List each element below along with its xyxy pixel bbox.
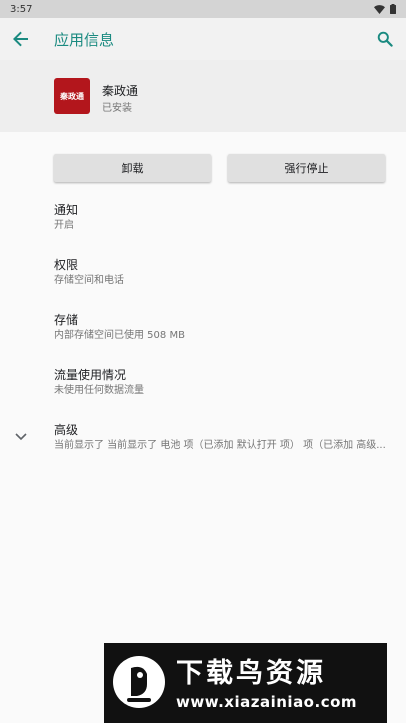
uninstall-button[interactable]: 卸载 bbox=[54, 154, 211, 182]
force-stop-button[interactable]: 强行停止 bbox=[228, 154, 385, 182]
pref-summary: 开启 bbox=[54, 220, 74, 231]
pref-summary: 未使用任何数据流量 bbox=[54, 385, 144, 396]
app-header: 秦政通 秦政通 已安装 bbox=[0, 60, 406, 132]
pref-title: 流量使用情况 bbox=[54, 368, 127, 382]
search-icon bbox=[377, 31, 393, 47]
pref-summary: 存储空间和电话 bbox=[54, 275, 124, 286]
pref-title: 通知 bbox=[54, 203, 79, 217]
back-button[interactable] bbox=[8, 26, 34, 52]
pref-title: 高级 bbox=[54, 423, 79, 437]
pref-title: 存储 bbox=[54, 313, 79, 327]
pref-data-usage[interactable]: 流量使用情况 未使用任何数据流量 bbox=[54, 368, 394, 398]
pref-permissions[interactable]: 权限 存储空间和电话 bbox=[54, 258, 394, 288]
arrow-back-icon bbox=[13, 31, 28, 47]
pref-storage[interactable]: 存储 内部存储空间已使用 508 MB bbox=[54, 313, 394, 343]
page-title: 应用信息 bbox=[54, 31, 115, 49]
watermark-url: www.xiazainiao.com bbox=[176, 693, 358, 711]
pref-advanced[interactable]: 高级 当前显示了 当前显示了 电池 项（已添加 默认打开 项） 项（已添加 高级… bbox=[54, 423, 394, 453]
battery-icon bbox=[390, 4, 396, 14]
watermark-title: 下载鸟资源 bbox=[176, 658, 326, 689]
app-icon: 秦政通 bbox=[54, 78, 90, 114]
status-bar: 3:57 bbox=[0, 0, 406, 18]
expand-more-icon[interactable] bbox=[12, 428, 30, 446]
status-time: 3:57 bbox=[10, 3, 33, 15]
watermark-banner: 下载鸟资源 www.xiazainiao.com bbox=[104, 643, 387, 723]
pref-summary: 当前显示了 当前显示了 电池 项（已添加 默认打开 项） 项（已添加 高级... bbox=[54, 440, 386, 451]
search-button[interactable] bbox=[372, 26, 398, 52]
pref-notifications[interactable]: 通知 开启 bbox=[54, 203, 394, 233]
app-install-status: 已安装 bbox=[102, 103, 132, 114]
settings-content: 卸载 强行停止 通知 开启 权限 存储空间和电话 存储 内部存储空间已使用 50… bbox=[0, 132, 406, 723]
wifi-icon bbox=[374, 4, 385, 14]
pref-title: 权限 bbox=[54, 258, 79, 272]
status-icons bbox=[374, 4, 396, 14]
app-bar: 应用信息 bbox=[0, 18, 406, 60]
bird-logo-icon bbox=[110, 653, 168, 711]
app-icon-logo-text: 秦政通 bbox=[60, 91, 84, 101]
pref-summary: 内部存储空间已使用 508 MB bbox=[54, 330, 185, 341]
app-name: 秦政通 bbox=[102, 84, 139, 98]
